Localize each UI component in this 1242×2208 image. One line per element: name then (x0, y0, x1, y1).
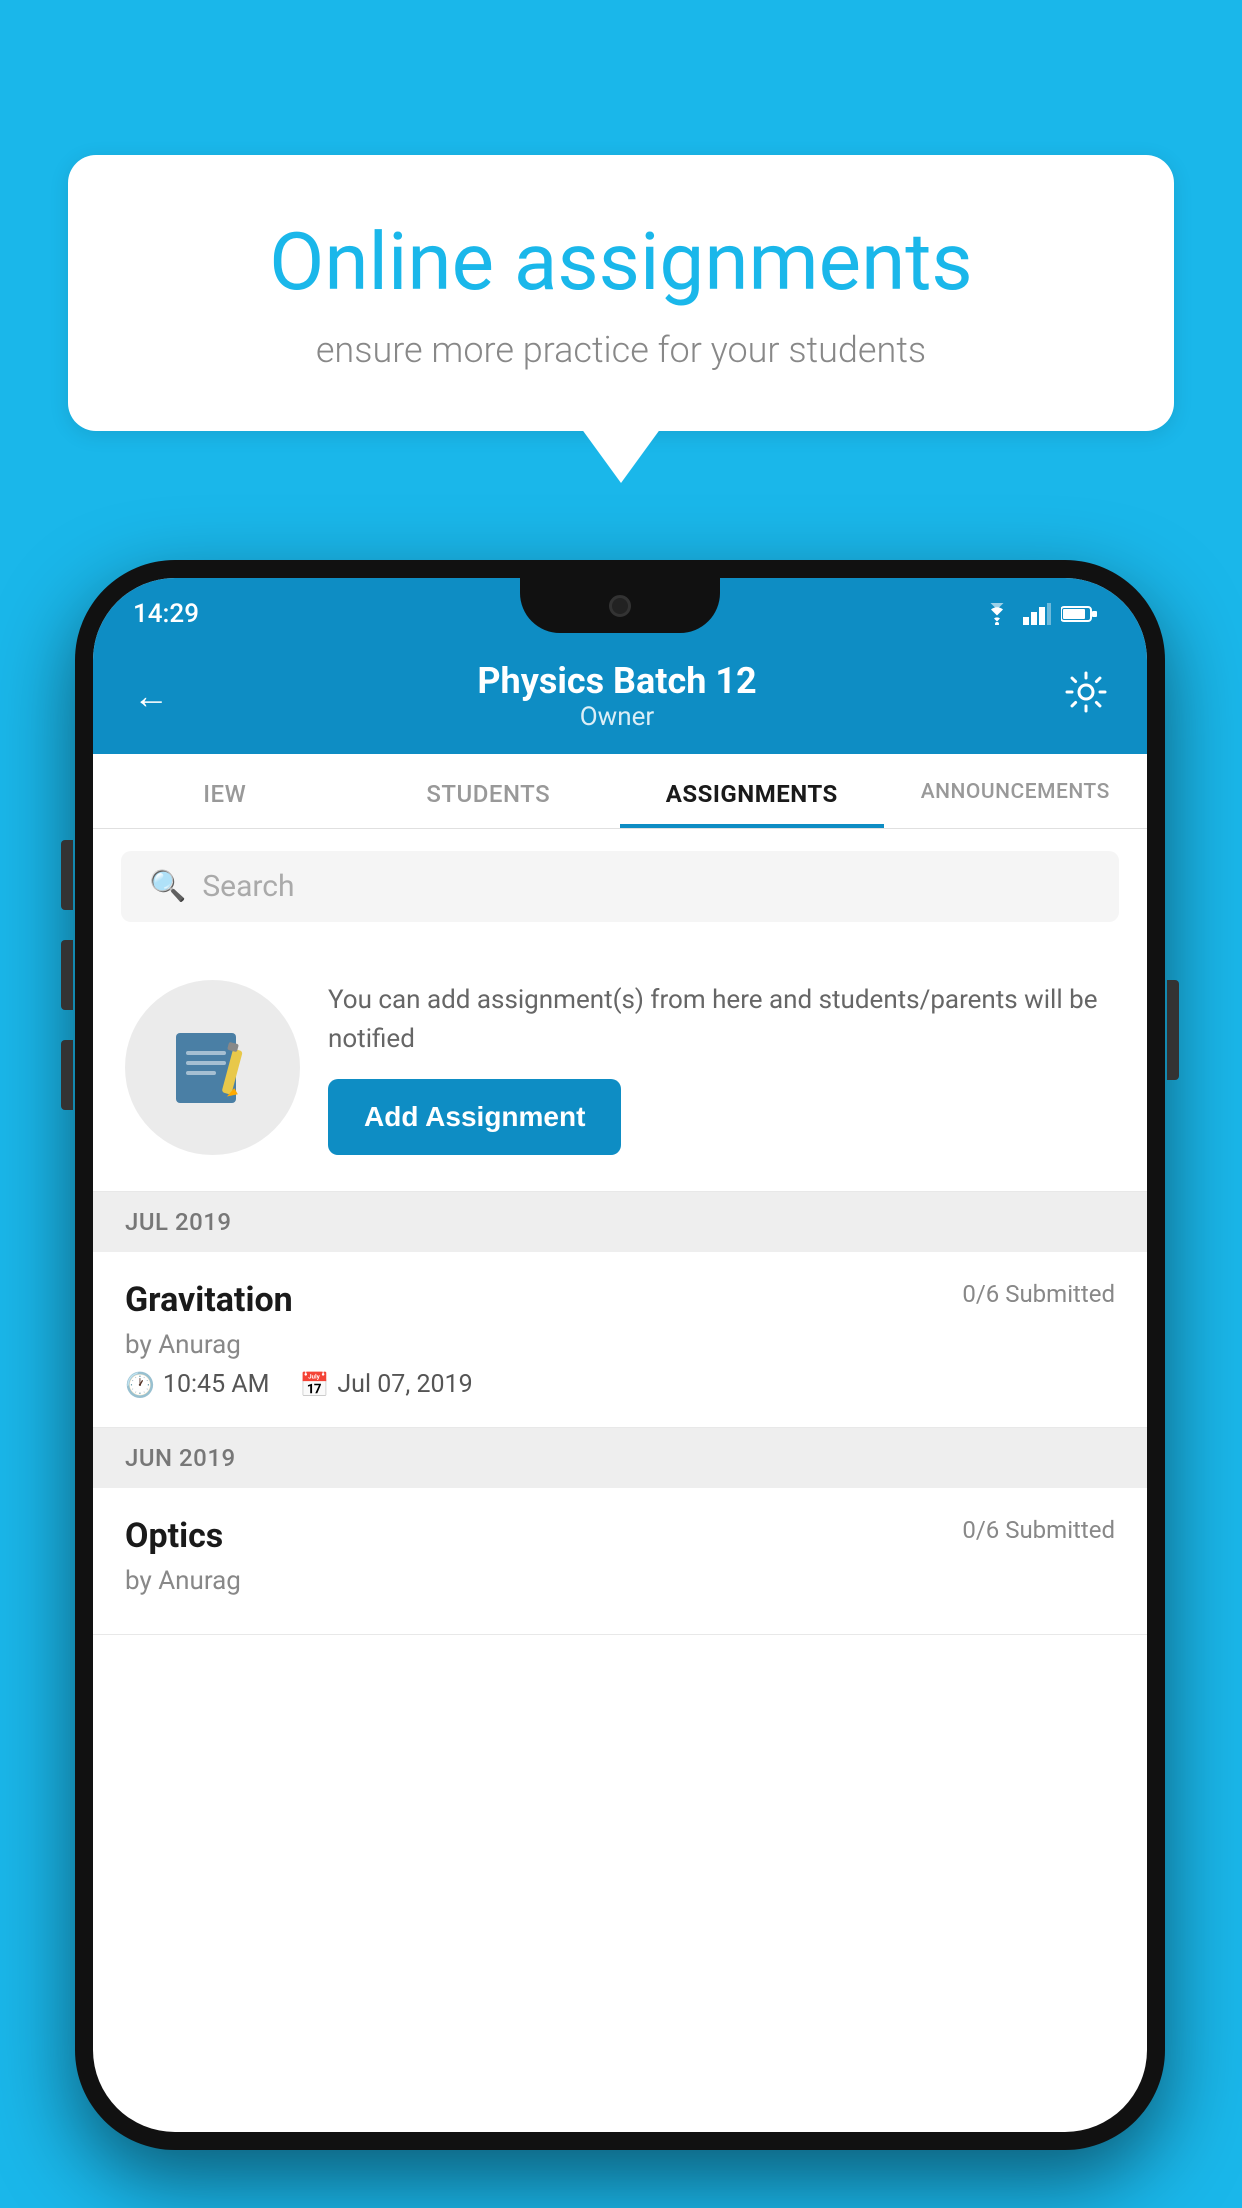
battery-icon (1061, 605, 1097, 623)
clock-icon: 🕐 (125, 1371, 155, 1399)
search-container: 🔍 Search (93, 829, 1147, 944)
assignment-submitted: 0/6 Submitted (962, 1280, 1115, 1308)
phone-screen: 14:29 (93, 578, 1147, 2132)
wifi-icon (981, 603, 1013, 625)
status-icons (981, 603, 1097, 625)
notebook-icon (168, 1023, 258, 1113)
assignment-item-gravitation[interactable]: Gravitation 0/6 Submitted by Anurag 🕐 10… (93, 1252, 1147, 1428)
search-bar[interactable]: 🔍 Search (121, 851, 1119, 922)
assignment-date: 📅 Jul 07, 2019 (299, 1370, 472, 1399)
settings-button[interactable] (1065, 671, 1107, 722)
assignment-item-optics[interactable]: Optics 0/6 Submitted by Anurag (93, 1488, 1147, 1635)
tabs-row: IEW STUDENTS ASSIGNMENTS ANNOUNCEMENTS (93, 754, 1147, 829)
assignment-top: Gravitation 0/6 Submitted (125, 1280, 1115, 1320)
speech-bubble: Online assignments ensure more practice … (68, 155, 1174, 431)
search-icon: 🔍 (149, 869, 186, 904)
phone-notch (520, 578, 720, 633)
tab-students[interactable]: STUDENTS (357, 754, 621, 828)
assignment-by-optics: by Anurag (125, 1566, 1115, 1596)
phone-wrapper: 14:29 (75, 560, 1165, 2150)
tab-announcements[interactable]: ANNOUNCEMENTS (884, 754, 1148, 828)
calendar-icon: 📅 (299, 1371, 329, 1399)
add-assignment-button[interactable]: Add Assignment (328, 1079, 621, 1155)
phone-frame: 14:29 (75, 560, 1165, 2150)
search-placeholder: Search (202, 869, 294, 904)
tab-assignments[interactable]: ASSIGNMENTS (620, 754, 884, 828)
speech-bubble-wrapper: Online assignments ensure more practice … (68, 155, 1174, 431)
assignment-by: by Anurag (125, 1330, 1115, 1360)
app-header: ← Physics Batch 12 Owner (93, 642, 1147, 754)
assignment-submitted-optics: 0/6 Submitted (962, 1516, 1115, 1544)
tab-iew[interactable]: IEW (93, 754, 357, 828)
status-time: 14:29 (133, 599, 199, 629)
promo-content: You can add assignment(s) from here and … (328, 981, 1115, 1155)
month-header-jul: JUL 2019 (93, 1192, 1147, 1252)
assignment-name: Gravitation (125, 1280, 293, 1320)
signal-icon (1023, 603, 1051, 625)
speech-bubble-subtitle: ensure more practice for your students (148, 329, 1094, 371)
camera-dot (609, 595, 631, 617)
assignment-top-optics: Optics 0/6 Submitted (125, 1516, 1115, 1556)
page-title: Physics Batch 12 (477, 660, 756, 702)
assignment-meta: 🕐 10:45 AM 📅 Jul 07, 2019 (125, 1370, 1115, 1399)
assignment-name-optics: Optics (125, 1516, 223, 1556)
page-subtitle: Owner (477, 702, 756, 732)
gear-icon (1065, 671, 1107, 713)
promo-section: You can add assignment(s) from here and … (93, 944, 1147, 1192)
month-header-jun: JUN 2019 (93, 1428, 1147, 1488)
speech-bubble-title: Online assignments (148, 215, 1094, 309)
back-button[interactable]: ← (133, 675, 169, 717)
promo-description: You can add assignment(s) from here and … (328, 981, 1115, 1059)
promo-icon-circle (125, 980, 300, 1155)
assignment-time: 🕐 10:45 AM (125, 1370, 269, 1399)
header-title-block: Physics Batch 12 Owner (477, 660, 756, 732)
